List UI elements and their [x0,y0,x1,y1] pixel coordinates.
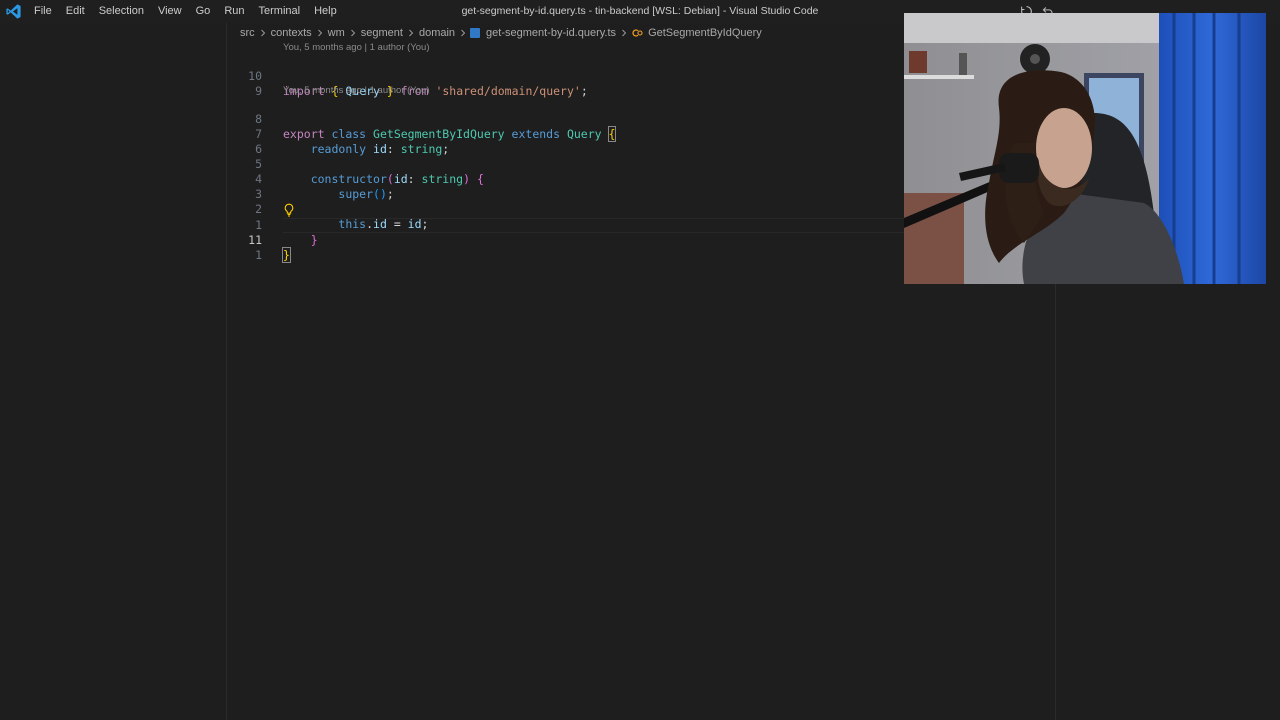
chevron-right-icon [350,29,355,37]
menu-selection[interactable]: Selection [92,0,151,23]
breadcrumb-wm[interactable]: wm [327,27,346,39]
window-title: get-segment-by-id.query.ts - tin-backend… [461,5,819,17]
chevron-right-icon [317,29,322,37]
side-panel [0,23,227,720]
menu-run[interactable]: Run [217,0,251,23]
breadcrumb-src[interactable]: src [239,27,256,39]
breadcrumb-segment[interactable]: segment [360,27,404,39]
breadcrumb-contexts[interactable]: contexts [270,27,313,39]
breadcrumb-domain[interactable]: domain [418,27,456,39]
chevron-right-icon [409,29,414,37]
blame-annotation[interactable]: You, 5 months ago | 1 author (You) [283,42,429,54]
line-number: 1 [255,248,262,262]
chevron-right-icon [461,29,466,37]
vscode-logo-icon [6,4,21,19]
menu-go[interactable]: Go [189,0,218,23]
webcam-overlay [904,13,1266,284]
typescript-file-icon [470,28,481,38]
lightbulb-icon[interactable] [283,203,295,217]
webcam-feed-image [904,13,1266,284]
menu-terminal[interactable]: Terminal [252,0,308,23]
menu-bar: File Edit Selection View Go Run Terminal… [27,0,344,23]
breadcrumb-symbol[interactable]: GetSegmentByIdQuery [647,27,763,39]
blame-annotation[interactable]: You, 5 months ago | 1 author (You) [283,85,429,97]
string-token: 'shared/domain/query' [435,84,581,98]
menu-file[interactable]: File [27,0,59,23]
breadcrumb-file[interactable]: get-segment-by-id.query.ts [485,27,617,39]
chevron-right-icon [622,29,627,37]
menu-view[interactable]: View [151,0,189,23]
menu-help[interactable]: Help [307,0,344,23]
menu-edit[interactable]: Edit [59,0,92,23]
class-symbol-icon [632,29,643,37]
breadcrumb: src contexts wm segment domain get-segme… [239,25,763,41]
chevron-right-icon [260,29,265,37]
